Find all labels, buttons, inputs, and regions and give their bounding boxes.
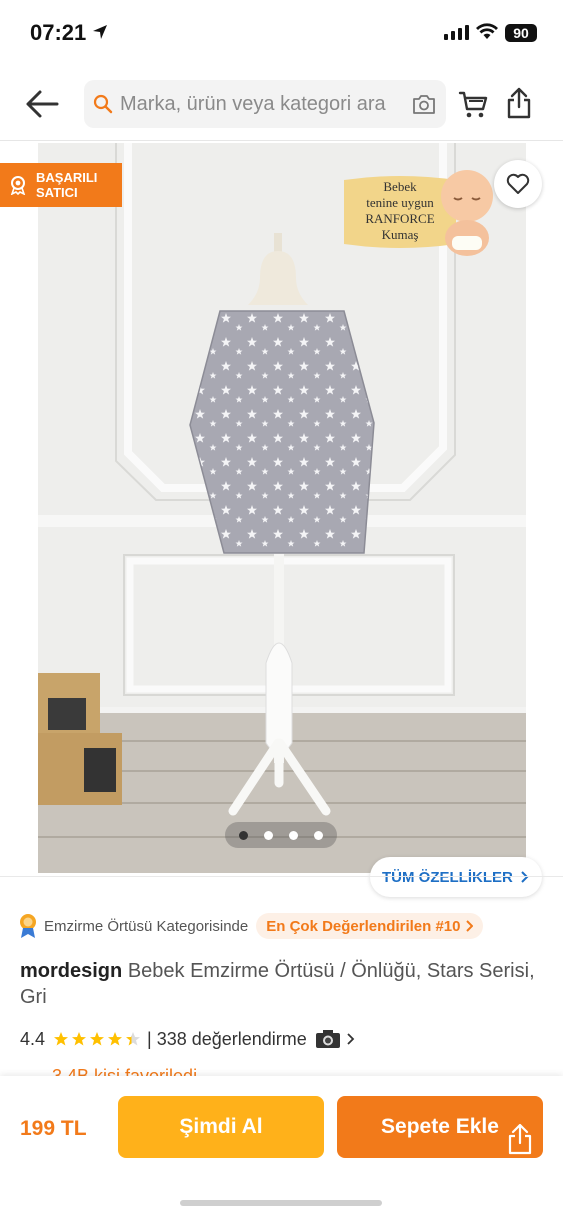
wifi-icon [476,23,498,39]
location-arrow-icon [93,25,107,39]
rating-score: 4.4 [20,1028,46,1049]
star-icon [72,1032,87,1046]
search-icon [93,94,113,114]
battery-indicator: 90 [505,24,537,42]
chevron-right-icon [466,920,474,932]
star-icon [108,1032,123,1046]
chevron-right-icon [347,1033,355,1045]
review-count: | 338 değerlendirme [147,1028,307,1049]
back-arrow-icon[interactable] [24,88,60,120]
status-time: 07:21 [30,20,87,45]
buy-now-button[interactable]: Şimdi Al [118,1096,324,1158]
baby-illustration-icon [441,170,493,256]
all-features-button[interactable]: TÜM ÖZELLİKLER [370,857,542,897]
all-features-label: TÜM ÖZELLİKLER [382,868,513,886]
camera-icon [315,1030,340,1048]
image-pagination-dots[interactable] [225,822,337,848]
heart-icon [506,173,530,194]
chevron-right-icon [521,871,529,883]
rating-stars [53,1031,141,1047]
award-ribbon-icon [10,176,26,195]
camera-search-icon[interactable] [412,93,436,115]
pagination-dot[interactable] [314,830,323,840]
section-divider [0,876,563,877]
status-bar: 07:21 90 [0,0,563,66]
cellular-signal-icon [444,25,469,40]
header-divider [0,140,563,141]
product-title: mordesign Bebek Emzirme Örtüsü / Önlüğü,… [20,958,540,1010]
share-icon[interactable] [507,1123,533,1155]
successful-seller-label: BAŞARILI SATICI [36,170,98,200]
category-rank-badge[interactable]: En Çok Değerlendirilen #10 [256,913,484,939]
star-icon [126,1032,141,1046]
rating-row[interactable]: 4.4 | 338 değerlendirme [20,1026,355,1052]
pagination-dot[interactable] [264,830,273,840]
product-price: 199 TL [20,1117,87,1140]
bottom-action-bar: 199 TL Şimdi Al Sepete Ekle [0,1076,563,1218]
pagination-dot[interactable] [289,830,298,840]
pagination-dot[interactable] [239,830,248,840]
product-brand[interactable]: mordesign [20,960,122,982]
category-rank-label: En Çok Değerlendirilen #10 [266,917,461,935]
share-icon[interactable] [506,87,532,119]
medal-icon [20,914,36,938]
favorite-button[interactable] [494,160,542,208]
search-input[interactable] [120,80,410,128]
category-rank-row[interactable]: Emzirme Örtüsü Kategorisinde En Çok Değe… [18,912,548,940]
search-bar[interactable] [84,80,446,128]
category-text: Emzirme Örtüsü Kategorisinde [44,917,249,935]
top-header [0,72,563,136]
successful-seller-badge: BAŞARILI SATICI [0,163,122,207]
cart-icon[interactable] [458,90,488,120]
home-indicator[interactable] [180,1200,382,1206]
star-icon [90,1032,105,1046]
star-icon [54,1032,69,1046]
